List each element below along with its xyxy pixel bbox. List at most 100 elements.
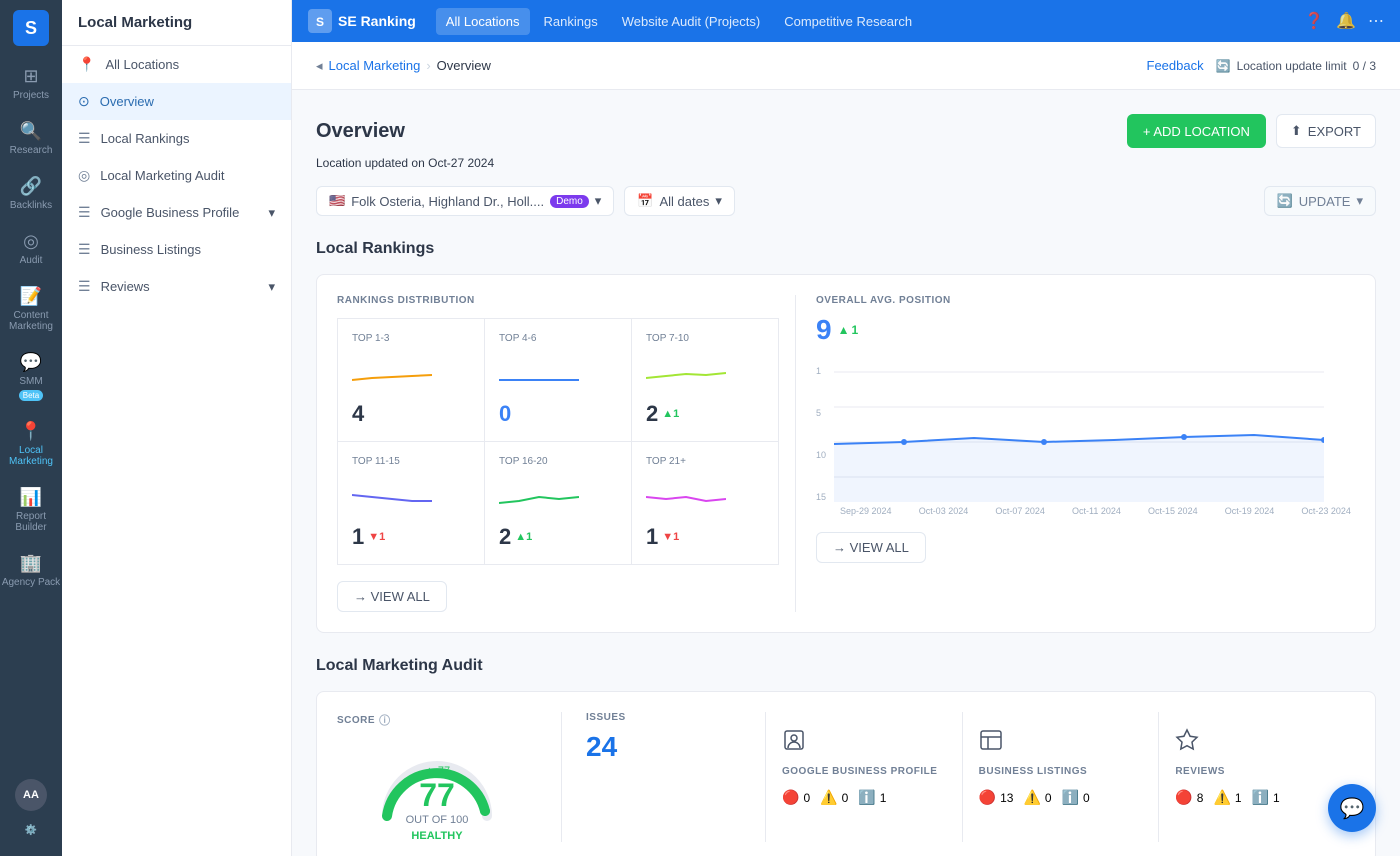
dist-cell-top16-20-value: 2 ▲1 bbox=[499, 524, 617, 550]
rev-error-icon: 🔴 bbox=[1175, 789, 1192, 806]
dist-cell-top4-6-value: 0 bbox=[499, 401, 617, 427]
smm-beta-badge: Beta bbox=[19, 390, 43, 401]
score-label: SCORE ⓘ bbox=[337, 712, 537, 728]
dates-filter-chevron: ▾ bbox=[715, 193, 722, 209]
dist-cell-top16-20: TOP 16-20 2 ▲1 bbox=[485, 442, 631, 564]
rev-info-count: 1 bbox=[1273, 791, 1280, 805]
google-business-profile-detail-label: GOOGLE BUSINESS PROFILE bbox=[782, 766, 946, 777]
flag-icon: 🇺🇸 bbox=[329, 193, 345, 209]
content-marketing-icon: 📝 bbox=[20, 286, 42, 307]
sidebar-item-local-rankings[interactable]: ☰ Local Rankings bbox=[62, 120, 291, 157]
mini-chart-top21plus bbox=[646, 483, 726, 513]
avg-position-view-all-button[interactable]: → VIEW ALL bbox=[816, 532, 926, 563]
nav-item-report-builder[interactable]: 📊 Report Builder bbox=[0, 477, 62, 543]
app-name: SE Ranking bbox=[338, 13, 416, 29]
filter-group: 🇺🇸 Folk Osteria, Highland Dr., Holl.... … bbox=[316, 186, 735, 216]
svg-text:S: S bbox=[316, 15, 324, 29]
sidebar-item-all-locations[interactable]: 📍 All Locations bbox=[62, 46, 291, 83]
nav-item-agency-pack[interactable]: 🏢 Agency Pack bbox=[0, 543, 62, 598]
business-listings-badges: 🔴 13 ⚠️ 0 ℹ️ 0 bbox=[979, 789, 1143, 806]
score-label-text: SCORE bbox=[337, 715, 375, 726]
chart-label-1: Oct-03 2024 bbox=[919, 506, 969, 516]
bell-icon[interactable]: 🔔 bbox=[1336, 11, 1356, 31]
location-filter-button[interactable]: 🇺🇸 Folk Osteria, Highland Dr., Holl.... … bbox=[316, 186, 614, 216]
sidebar-item-local-marketing-audit-label: Local Marketing Audit bbox=[100, 168, 224, 183]
breadcrumb-current: Overview bbox=[437, 58, 491, 73]
dist-cell-top1-3: TOP 1-3 4 bbox=[338, 319, 484, 441]
nav-item-audit[interactable]: ◎ Audit bbox=[0, 221, 62, 276]
rev-warning-badge: ⚠️ 1 bbox=[1213, 789, 1241, 806]
page-title: Overview bbox=[316, 120, 405, 143]
chart-y-axis: 1 5 10 15 bbox=[816, 362, 826, 502]
update-button[interactable]: 🔄 UPDATE ▾ bbox=[1264, 186, 1376, 216]
avg-label: OVERALL AVG. POSITION bbox=[816, 295, 1355, 306]
sidebar-item-overview[interactable]: ⊙ Overview bbox=[62, 83, 291, 120]
sidebar-item-local-marketing-audit[interactable]: ◎ Local Marketing Audit bbox=[62, 157, 291, 194]
nav-item-projects-label: Projects bbox=[13, 90, 49, 101]
nav-item-research-label: Research bbox=[10, 145, 53, 156]
gbp-error-icon: 🔴 bbox=[782, 789, 799, 806]
nav-bottom: AA ⚙️ bbox=[15, 775, 47, 856]
sidebar-item-reviews[interactable]: ☰ Reviews ▾ bbox=[62, 268, 291, 305]
rankings-distribution: RANKINGS DISTRIBUTION TOP 1-3 4 TOP bbox=[337, 295, 779, 612]
app-logo[interactable]: S bbox=[13, 10, 49, 46]
rankings-view-all-button[interactable]: → VIEW ALL bbox=[337, 581, 447, 612]
dist-cell-top21plus: TOP 21+ 1 ▼1 bbox=[632, 442, 778, 564]
all-locations-icon: 📍 bbox=[78, 56, 95, 73]
user-avatar[interactable]: AA bbox=[15, 779, 47, 811]
dist-cell-top7-10-label: TOP 7-10 bbox=[646, 333, 764, 344]
avg-change-value: 1 bbox=[851, 323, 858, 337]
content-area: Overview + ADD LOCATION ⬆ EXPORT Locatio… bbox=[292, 90, 1400, 856]
sidebar-toggle[interactable]: ◂ bbox=[316, 58, 323, 74]
nav-item-audit-label: Audit bbox=[20, 255, 43, 266]
sidebar-header: Local Marketing bbox=[62, 0, 291, 46]
chat-button[interactable]: 💬 bbox=[1328, 784, 1376, 832]
refresh-icon: 🔄 bbox=[1216, 59, 1231, 73]
business-listings-detail-icon bbox=[979, 728, 1143, 758]
dist-cell-top1-3-value: 4 bbox=[352, 401, 470, 427]
nav-item-smm[interactable]: 💬 SMM Beta bbox=[0, 342, 62, 411]
mini-chart-top1-3 bbox=[352, 360, 432, 390]
sidebar-item-overview-label: Overview bbox=[100, 94, 154, 109]
nav-item-research[interactable]: 🔍 Research bbox=[0, 111, 62, 166]
score-info-icon: ⓘ bbox=[379, 712, 391, 728]
sidebar-item-google-business-profile[interactable]: ☰ Google Business Profile ▾ bbox=[62, 194, 291, 231]
sidebar-item-reviews-label: Reviews bbox=[101, 279, 150, 294]
dist-cell-top16-20-label: TOP 16-20 bbox=[499, 456, 617, 467]
projects-icon: ⊞ bbox=[23, 66, 38, 87]
audit-issues-section: ISSUES 24 bbox=[561, 712, 741, 842]
nav-item-projects[interactable]: ⊞ Projects bbox=[0, 56, 62, 111]
help-icon[interactable]: ❓ bbox=[1304, 11, 1324, 31]
sidebar-item-business-listings[interactable]: ☰ Business Listings bbox=[62, 231, 291, 268]
svg-text:S: S bbox=[25, 18, 37, 38]
sidebar-item-business-listings-label: Business Listings bbox=[101, 242, 201, 257]
gbp-error-badge: 🔴 0 bbox=[782, 789, 810, 806]
chat-icon: 💬 bbox=[1340, 796, 1365, 821]
dates-filter-button[interactable]: 📅 All dates ▾ bbox=[624, 186, 735, 216]
nav-settings[interactable]: ⚙️ bbox=[15, 815, 47, 846]
business-listings-icon: ☰ bbox=[78, 241, 91, 258]
mini-chart-top4-6 bbox=[499, 360, 579, 390]
more-icon[interactable]: ⋯ bbox=[1368, 11, 1384, 31]
location-updated-label: Location updated on bbox=[316, 156, 425, 170]
add-location-button[interactable]: + ADD LOCATION bbox=[1127, 114, 1266, 148]
breadcrumb-parent[interactable]: Local Marketing bbox=[329, 58, 421, 73]
nav-item-local-marketing[interactable]: 📍 Local Marketing bbox=[0, 411, 62, 477]
calendar-icon: 📅 bbox=[637, 193, 653, 209]
sidebar: Local Marketing 📍 All Locations ⊙ Overvi… bbox=[62, 0, 292, 856]
bl-warning-badge: ⚠️ 0 bbox=[1023, 789, 1051, 806]
audit-details: GOOGLE BUSINESS PROFILE 🔴 0 ⚠️ 0 bbox=[765, 712, 1355, 842]
top-nav-all-locations[interactable]: All Locations bbox=[436, 8, 530, 35]
nav-item-backlinks[interactable]: 🔗 Backlinks bbox=[0, 166, 62, 221]
location-update-limit: 🔄 Location update limit 0 / 3 bbox=[1216, 59, 1376, 73]
local-rankings-icon: ☰ bbox=[78, 130, 91, 147]
dist-cell-top21plus-value: 1 ▼1 bbox=[646, 524, 764, 550]
nav-item-report-builder-label: Report Builder bbox=[0, 511, 62, 533]
export-button[interactable]: ⬆ EXPORT bbox=[1276, 114, 1376, 148]
reviews-detail-icon bbox=[1175, 728, 1339, 758]
top-nav-competitive-research[interactable]: Competitive Research bbox=[774, 8, 922, 35]
top-nav-website-audit[interactable]: Website Audit (Projects) bbox=[612, 8, 770, 35]
nav-item-content-marketing[interactable]: 📝 Content Marketing bbox=[0, 276, 62, 342]
feedback-button[interactable]: Feedback bbox=[1147, 58, 1204, 73]
top-nav-rankings[interactable]: Rankings bbox=[534, 8, 608, 35]
